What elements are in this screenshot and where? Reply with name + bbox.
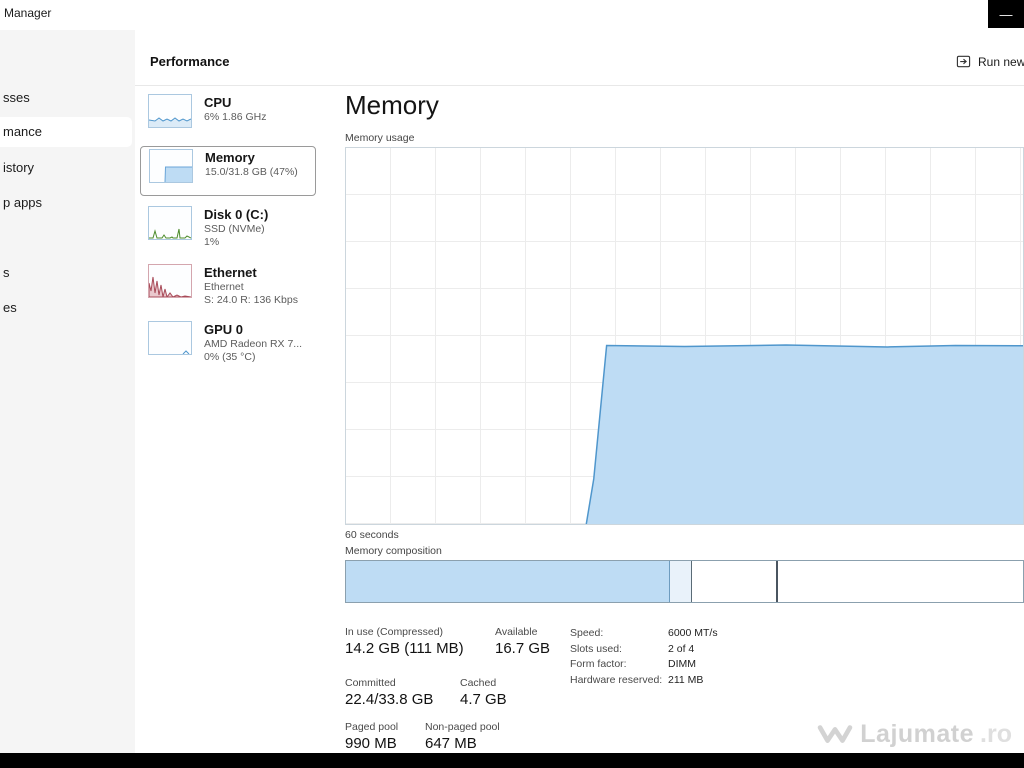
perf-item-gpu0[interactable]: GPU 0 AMD Radeon RX 7... 0% (35 °C): [140, 319, 316, 373]
stat-label: Cached: [460, 677, 496, 689]
metric-subtitle: Ethernet: [204, 281, 298, 294]
ethernet-sparkline: [148, 264, 192, 298]
sidebar-item-label: es: [3, 300, 17, 315]
lajumate-watermark: Lajumate.ro: [816, 720, 1012, 749]
memory-composition-label: Memory composition: [345, 545, 442, 557]
memory-composition-bar: [345, 560, 1024, 603]
sidebar-item-label: mance: [3, 124, 42, 139]
stat-label: Slots used:: [570, 643, 622, 655]
composition-standby-segment: [692, 561, 778, 602]
composition-free-segment: [778, 561, 1023, 602]
stat-label: Committed: [345, 677, 396, 689]
run-new-task-label: Run new task: [978, 55, 1024, 69]
stat-label: Paged pool: [345, 721, 398, 733]
detail-title: Memory: [345, 90, 439, 121]
stat-label: Non-paged pool: [425, 721, 500, 733]
sidebar-item-label: s: [3, 265, 10, 280]
metric-title: Ethernet: [204, 265, 298, 281]
perf-item-ethernet[interactable]: Ethernet Ethernet S: 24.0 R: 136 Kbps: [140, 262, 316, 316]
gpu-sparkline: [148, 321, 192, 355]
minimize-icon: —: [1000, 7, 1013, 22]
metric-title: GPU 0: [204, 322, 302, 338]
stat-label: In use (Compressed): [345, 626, 443, 638]
metric-subtitle: 0% (35 °C): [204, 351, 302, 364]
metric-subtitle: S: 24.0 R: 136 Kbps: [204, 294, 298, 307]
page-header: Performance Run new task: [135, 30, 1024, 86]
memory-usage-chart: [345, 147, 1024, 525]
run-new-task-icon: [956, 54, 971, 69]
sidebar-item-services[interactable]: es: [0, 293, 132, 322]
sidebar-item-users[interactable]: [0, 223, 132, 252]
perf-item-disk0[interactable]: Disk 0 (C:) SSD (NVMe) 1%: [140, 204, 316, 258]
metric-subtitle: AMD Radeon RX 7...: [204, 338, 302, 351]
sidebar-item-label: sses: [3, 90, 30, 105]
run-new-task-button[interactable]: Run new task: [950, 50, 1024, 73]
watermark-text: Lajumate: [860, 720, 974, 749]
stat-value: 211 MB: [668, 674, 703, 686]
metric-subtitle: 6% 1.86 GHz: [204, 111, 266, 124]
stat-value: 16.7 GB: [495, 640, 550, 657]
memory-sparkline: [149, 149, 193, 183]
metric-subtitle: SSD (NVMe): [204, 223, 268, 236]
watermark-suffix: .ro: [980, 720, 1012, 749]
stat-label: Form factor:: [570, 658, 627, 670]
sidebar-item-details[interactable]: s: [0, 258, 132, 287]
composition-in-use-segment: [346, 561, 670, 602]
disk-sparkline: [148, 206, 192, 240]
stat-value: 2 of 4: [668, 643, 694, 655]
stat-value: 14.2 GB (111 MB): [345, 640, 464, 657]
stat-value: 6000 MT/s: [668, 627, 718, 639]
task-manager-window: Manager sses mance istory p apps s es Pe…: [0, 0, 1024, 753]
stat-value: 647 MB: [425, 735, 477, 752]
perf-item-memory[interactable]: Memory 15.0/31.8 GB (47%): [140, 146, 316, 196]
stat-value: 22.4/33.8 GB: [345, 691, 433, 708]
sidebar-item-label: p apps: [3, 195, 42, 210]
page-title: Performance: [150, 54, 229, 69]
sidebar-item-processes[interactable]: sses: [0, 83, 132, 112]
metric-subtitle: 1%: [204, 236, 268, 249]
composition-modified-segment: [670, 561, 692, 602]
stat-value: 990 MB: [345, 735, 397, 752]
minimize-button[interactable]: —: [988, 0, 1024, 28]
stat-label: Available: [495, 626, 537, 638]
metric-subtitle: 15.0/31.8 GB (47%): [205, 166, 298, 179]
cpu-sparkline: [148, 94, 192, 128]
stat-label: Hardware reserved:: [570, 674, 662, 686]
time-axis-label: 60 seconds: [345, 529, 399, 541]
stat-label: Speed:: [570, 627, 603, 639]
window-title: Manager: [4, 6, 51, 20]
sidebar-item-startup-apps[interactable]: p apps: [0, 188, 132, 217]
metric-title: CPU: [204, 95, 266, 111]
metric-title: Disk 0 (C:): [204, 207, 268, 223]
sidebar-item-app-history[interactable]: istory: [0, 153, 132, 182]
memory-usage-label: Memory usage: [345, 132, 414, 144]
perf-item-cpu[interactable]: CPU 6% 1.86 GHz: [140, 92, 316, 142]
sidebar-item-performance[interactable]: mance: [0, 117, 132, 147]
sidebar-item-label: istory: [3, 160, 34, 175]
navigation-sidebar: sses mance istory p apps s es: [0, 30, 135, 753]
stat-value: 4.7 GB: [460, 691, 507, 708]
lajumate-logo-icon: [816, 721, 854, 749]
performance-panel: Performance Run new task CPU 6% 1.86 GHz: [135, 30, 1024, 753]
metric-title: Memory: [205, 150, 298, 166]
stat-value: DIMM: [668, 658, 696, 670]
